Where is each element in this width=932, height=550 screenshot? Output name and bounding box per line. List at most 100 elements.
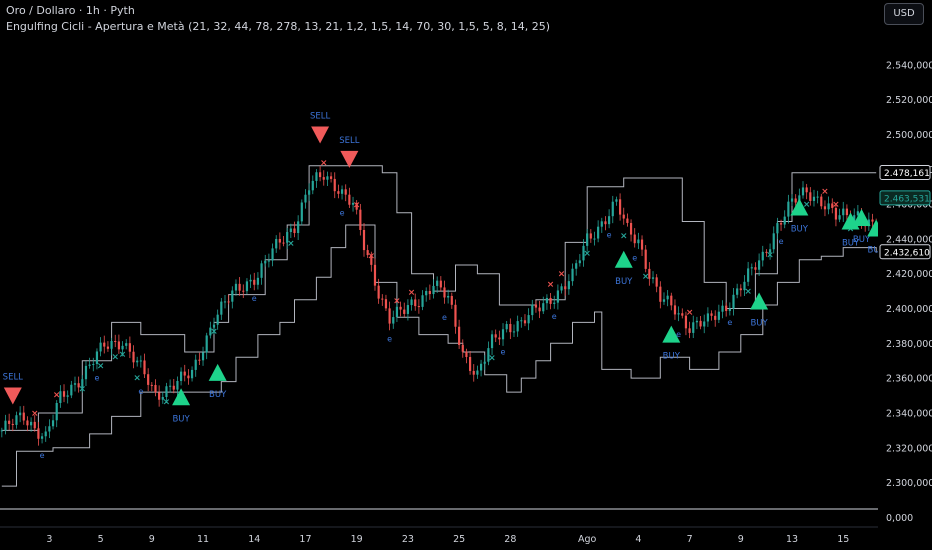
candle-body — [359, 209, 362, 230]
y-tick-label: 2.320,000 — [886, 443, 932, 454]
price-tag-text: 2.432,610 — [884, 248, 930, 258]
candle-body — [329, 176, 333, 179]
candle-body — [40, 436, 44, 439]
candle-body — [461, 345, 464, 352]
candle-body — [421, 295, 424, 307]
buy-label: BUY — [615, 277, 633, 287]
candle-body — [377, 285, 380, 299]
candle-body — [326, 176, 329, 180]
e-mark: e — [94, 373, 99, 382]
x-mark: × — [547, 280, 555, 290]
e-mark: e — [138, 387, 143, 396]
candle-body — [348, 194, 351, 205]
candle-body — [692, 322, 695, 333]
candle-body — [289, 228, 292, 233]
x-mark: × — [119, 350, 127, 360]
candle-body — [392, 317, 395, 324]
candle-body — [381, 298, 384, 300]
x-mark: × — [686, 308, 694, 318]
x-tick-label: 13 — [786, 534, 798, 545]
candle-body — [681, 313, 684, 316]
candle-body — [615, 199, 618, 202]
candle-body — [264, 260, 267, 264]
x-tick-label: 9 — [738, 534, 744, 545]
price-tag-text: 2.463,531 — [884, 194, 930, 204]
y-tick-label: 2.500,000 — [886, 130, 932, 141]
indicator-legend[interactable]: Engulfing Cicli - Apertura e Metà (21, 3… — [6, 20, 550, 33]
x-mark: × — [133, 373, 141, 383]
candle-body — [758, 260, 761, 270]
e-mark: e — [340, 208, 345, 217]
x-tick-label: 5 — [98, 534, 104, 545]
candle-body — [275, 238, 278, 249]
candle-body — [11, 423, 14, 425]
candle-body — [801, 187, 805, 196]
candle-body — [516, 321, 519, 332]
currency-button[interactable]: USD — [884, 3, 924, 25]
candle-body — [842, 208, 845, 216]
buy-label: BUY — [172, 414, 190, 424]
candle-body — [308, 190, 311, 195]
x-mark: × — [368, 251, 376, 261]
candle-body — [260, 263, 263, 278]
x-tick-label: 3 — [46, 534, 52, 545]
candle-body — [147, 374, 150, 385]
candle-body — [84, 365, 88, 380]
candle-body — [534, 304, 538, 308]
candle-body — [29, 421, 33, 426]
x-mark: × — [583, 249, 591, 259]
candle-body — [344, 189, 347, 195]
candle-body — [297, 221, 300, 234]
candle-body — [542, 303, 545, 312]
candle-body — [611, 201, 614, 217]
candle-body — [238, 283, 241, 291]
candle-body — [8, 420, 11, 424]
x-mark: × — [821, 187, 829, 197]
candle-body — [227, 301, 230, 303]
x-mark: × — [744, 287, 752, 297]
x-mark: × — [320, 158, 328, 168]
candle-body — [216, 314, 219, 325]
candle-body — [183, 371, 186, 376]
candle-body — [794, 198, 797, 203]
candle-body — [845, 208, 849, 216]
candle-body — [395, 306, 399, 318]
candle-body — [472, 370, 475, 375]
candle-body — [827, 203, 830, 210]
candle-body — [662, 299, 666, 302]
candle-body — [231, 290, 234, 302]
candle-body — [509, 324, 512, 333]
candle-body — [560, 286, 563, 291]
candle-body — [816, 196, 819, 198]
candle-body — [136, 360, 139, 363]
candle-body — [220, 301, 223, 315]
x-mark: × — [766, 251, 774, 261]
sell-label: SELL — [339, 136, 360, 146]
candle-body — [783, 216, 786, 225]
candle-body — [447, 295, 450, 298]
candle-body — [655, 277, 658, 287]
price-tag-text: 2.478,161 — [884, 169, 930, 179]
x-mark: × — [287, 239, 295, 249]
e-mark: e — [607, 231, 612, 240]
candle-body — [776, 223, 779, 234]
candle-body — [597, 226, 600, 239]
candle-body — [593, 238, 596, 240]
candle-body — [165, 386, 168, 398]
candle-body — [600, 221, 603, 227]
candle-body — [143, 360, 146, 375]
symbol-title[interactable]: Oro / Dollaro · 1h · Pyth — [6, 4, 135, 17]
candle-body — [823, 206, 827, 210]
candle-body — [333, 178, 336, 192]
price-axis[interactable]: 2.300,000 2.320,000 2.340,000 2.360,000 2.38… — [878, 0, 932, 550]
x-mark: × — [408, 288, 416, 298]
x-tick-label: 23 — [402, 534, 414, 545]
candle-body — [223, 301, 227, 303]
candle-body — [282, 242, 285, 244]
candle-body — [505, 324, 508, 330]
price-chart[interactable]: ×××××××××××××××××××××××××××××eeeeeeeeeee… — [0, 0, 932, 550]
candle-body — [772, 233, 775, 250]
candle-body — [205, 335, 208, 353]
candle-body — [48, 426, 51, 432]
candle-body — [73, 383, 77, 385]
